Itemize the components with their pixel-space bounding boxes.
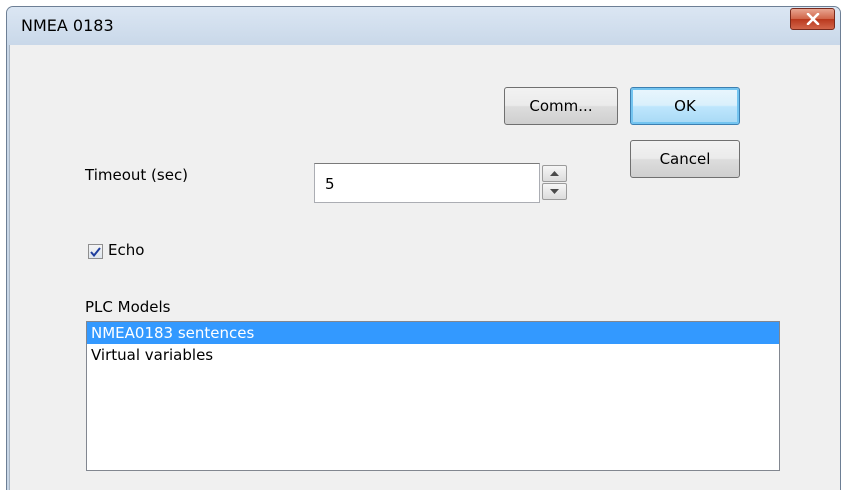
dialog-client-area: Comm... OK Cancel Timeout (sec) 5 Echo P… xyxy=(9,45,840,490)
timeout-spinner xyxy=(542,165,567,201)
checkmark-icon xyxy=(90,246,101,257)
close-icon xyxy=(806,13,819,25)
echo-label[interactable]: Echo xyxy=(108,241,144,259)
arrow-up-icon xyxy=(550,171,559,176)
echo-checkbox[interactable] xyxy=(88,244,103,259)
cancel-button[interactable]: Cancel xyxy=(630,140,740,178)
title-bar[interactable]: NMEA 0183 xyxy=(7,7,840,45)
timeout-label: Timeout (sec) xyxy=(85,166,189,184)
plc-models-listbox[interactable]: NMEA0183 sentences Virtual variables xyxy=(86,321,780,471)
close-button[interactable] xyxy=(790,8,835,30)
timeout-input[interactable]: 5 xyxy=(314,163,540,203)
window-title: NMEA 0183 xyxy=(21,16,114,35)
dialog-window: NMEA 0183 Comm... OK Cancel Timeout (sec… xyxy=(6,6,841,490)
plc-models-label: PLC Models xyxy=(85,298,171,316)
ok-button[interactable]: OK xyxy=(630,87,740,125)
comm-button-label: Comm... xyxy=(529,97,593,115)
list-item[interactable]: Virtual variables xyxy=(87,344,779,366)
ok-button-label: OK xyxy=(674,97,696,115)
spin-down-button[interactable] xyxy=(542,183,567,200)
arrow-down-icon xyxy=(550,189,559,194)
spin-up-button[interactable] xyxy=(542,165,567,182)
cancel-button-label: Cancel xyxy=(659,150,711,168)
list-item[interactable]: NMEA0183 sentences xyxy=(87,322,779,344)
comm-button[interactable]: Comm... xyxy=(504,87,618,125)
